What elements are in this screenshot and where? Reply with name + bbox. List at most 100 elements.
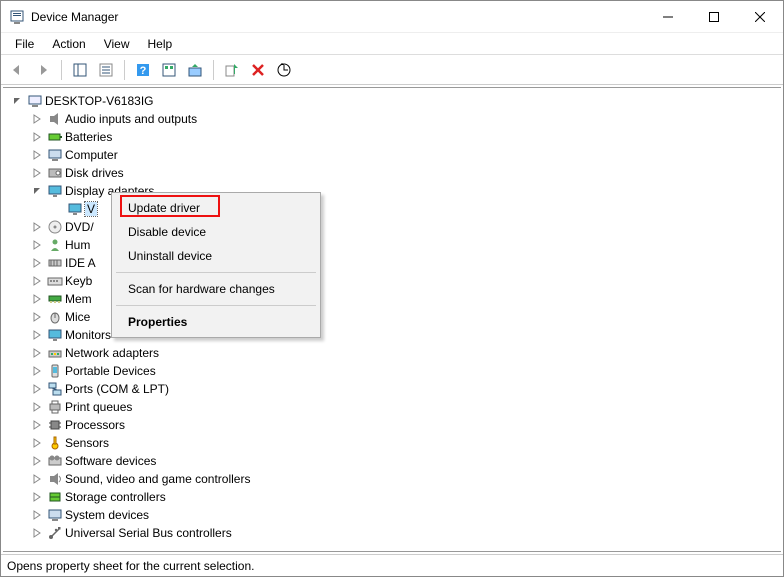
tree-item[interactable]: Ports (COM & LPT) (25, 380, 779, 398)
close-button[interactable] (737, 2, 783, 32)
menu-view[interactable]: View (96, 35, 138, 53)
expand-icon[interactable] (29, 525, 45, 541)
tree-item[interactable]: Storage controllers (25, 488, 779, 506)
network-icon (47, 345, 63, 361)
monitor-icon (47, 327, 63, 343)
tree-item-label: Software devices (65, 454, 156, 468)
tree-item[interactable]: Sensors (25, 434, 779, 452)
tree-item-label: Batteries (65, 130, 112, 144)
properties-button[interactable] (94, 58, 118, 82)
ctx-disable-device[interactable]: Disable device (114, 220, 318, 244)
computer-icon (27, 93, 43, 109)
expand-icon[interactable] (29, 435, 45, 451)
tree-item[interactable]: Portable Devices (25, 362, 779, 380)
enable-device-button[interactable] (220, 58, 244, 82)
ctx-properties[interactable]: Properties (114, 310, 318, 334)
maximize-button[interactable] (691, 2, 737, 32)
tree-item-label: Sensors (65, 436, 109, 450)
tree-item-label: Portable Devices (65, 364, 156, 378)
display-icon (67, 201, 83, 217)
context-menu: Update driver Disable device Uninstall d… (111, 192, 321, 338)
tree-item-label: Print queues (65, 400, 132, 414)
expand-icon[interactable] (29, 219, 45, 235)
expand-icon[interactable] (29, 255, 45, 271)
tree-item-label: Processors (65, 418, 125, 432)
expand-icon[interactable] (29, 291, 45, 307)
menu-help[interactable]: Help (140, 35, 181, 53)
expand-icon[interactable] (29, 129, 45, 145)
expand-icon[interactable] (29, 147, 45, 163)
tree-item[interactable]: Print queues (25, 398, 779, 416)
expand-icon[interactable] (29, 399, 45, 415)
device-tree[interactable]: DESKTOP-V6183IG Audio inputs and outputs… (3, 87, 781, 552)
expand-icon[interactable] (29, 111, 45, 127)
tree-item-label: Ports (COM & LPT) (65, 382, 169, 396)
ctx-scan-hardware[interactable]: Scan for hardware changes (114, 277, 318, 301)
expand-icon[interactable] (29, 453, 45, 469)
expand-icon[interactable] (29, 309, 45, 325)
expand-icon[interactable] (29, 237, 45, 253)
toolbar-separator (124, 60, 125, 80)
expand-icon[interactable] (29, 381, 45, 397)
tree-root-label: DESKTOP-V6183IG (45, 94, 154, 108)
ctx-update-driver[interactable]: Update driver (114, 196, 318, 220)
dvd-icon (47, 219, 63, 235)
expand-icon[interactable] (29, 507, 45, 523)
tree-item[interactable]: Network adapters (25, 344, 779, 362)
minimize-button[interactable] (645, 2, 691, 32)
expand-icon[interactable] (29, 345, 45, 361)
tree-item[interactable]: Computer (25, 146, 779, 164)
tree-item[interactable]: Software devices (25, 452, 779, 470)
tree-item-label: IDE A (65, 256, 96, 270)
ctx-separator (116, 272, 316, 273)
tree-root[interactable]: DESKTOP-V6183IG (5, 92, 779, 110)
tree-item[interactable]: Audio inputs and outputs (25, 110, 779, 128)
sound-icon (47, 471, 63, 487)
window-title: Device Manager (31, 10, 645, 24)
menu-action[interactable]: Action (44, 35, 93, 53)
ports-icon (47, 381, 63, 397)
tree-item-label: Monitors (65, 328, 111, 342)
collapse-icon[interactable] (29, 183, 45, 199)
expand-icon[interactable] (29, 165, 45, 181)
tree-item-label: Hum (65, 238, 90, 252)
tree-item-label: Storage controllers (65, 490, 166, 504)
computer-icon (47, 147, 63, 163)
expand-icon[interactable] (29, 363, 45, 379)
expand-icon[interactable] (29, 327, 45, 343)
tree-item[interactable]: Processors (25, 416, 779, 434)
ide-icon (47, 255, 63, 271)
ctx-uninstall-device[interactable]: Uninstall device (114, 244, 318, 268)
tree-item[interactable]: Universal Serial Bus controllers (25, 524, 779, 542)
display-icon (47, 183, 63, 199)
statusbar: Opens property sheet for the current sel… (1, 554, 783, 576)
uninstall-device-button[interactable] (246, 58, 270, 82)
tree-item-label: Sound, video and game controllers (65, 472, 250, 486)
toolbar: ? (1, 55, 783, 85)
expand-icon[interactable] (29, 471, 45, 487)
view-icon-button[interactable] (157, 58, 181, 82)
expand-icon[interactable] (29, 489, 45, 505)
scan-hardware-button[interactable] (272, 58, 296, 82)
mem-icon (47, 291, 63, 307)
update-driver-button[interactable] (183, 58, 207, 82)
tree-item[interactable]: Batteries (25, 128, 779, 146)
menubar: File Action View Help (1, 33, 783, 55)
help-button[interactable]: ? (131, 58, 155, 82)
tree-item[interactable]: System devices (25, 506, 779, 524)
tree-item[interactable]: Sound, video and game controllers (25, 470, 779, 488)
print-icon (47, 399, 63, 415)
forward-button[interactable] (31, 58, 55, 82)
tree-item-label: Universal Serial Bus controllers (65, 526, 232, 540)
expand-icon[interactable] (29, 273, 45, 289)
tree-item-label: System devices (65, 508, 149, 522)
tree-item[interactable]: Disk drives (25, 164, 779, 182)
tree-item-label: Network adapters (65, 346, 159, 360)
show-hide-console-tree-button[interactable] (68, 58, 92, 82)
menu-file[interactable]: File (7, 35, 42, 53)
expand-icon[interactable] (29, 417, 45, 433)
back-button[interactable] (5, 58, 29, 82)
keyb-icon (47, 273, 63, 289)
collapse-icon[interactable] (9, 93, 25, 109)
tree-item-label: Mice (65, 310, 90, 324)
